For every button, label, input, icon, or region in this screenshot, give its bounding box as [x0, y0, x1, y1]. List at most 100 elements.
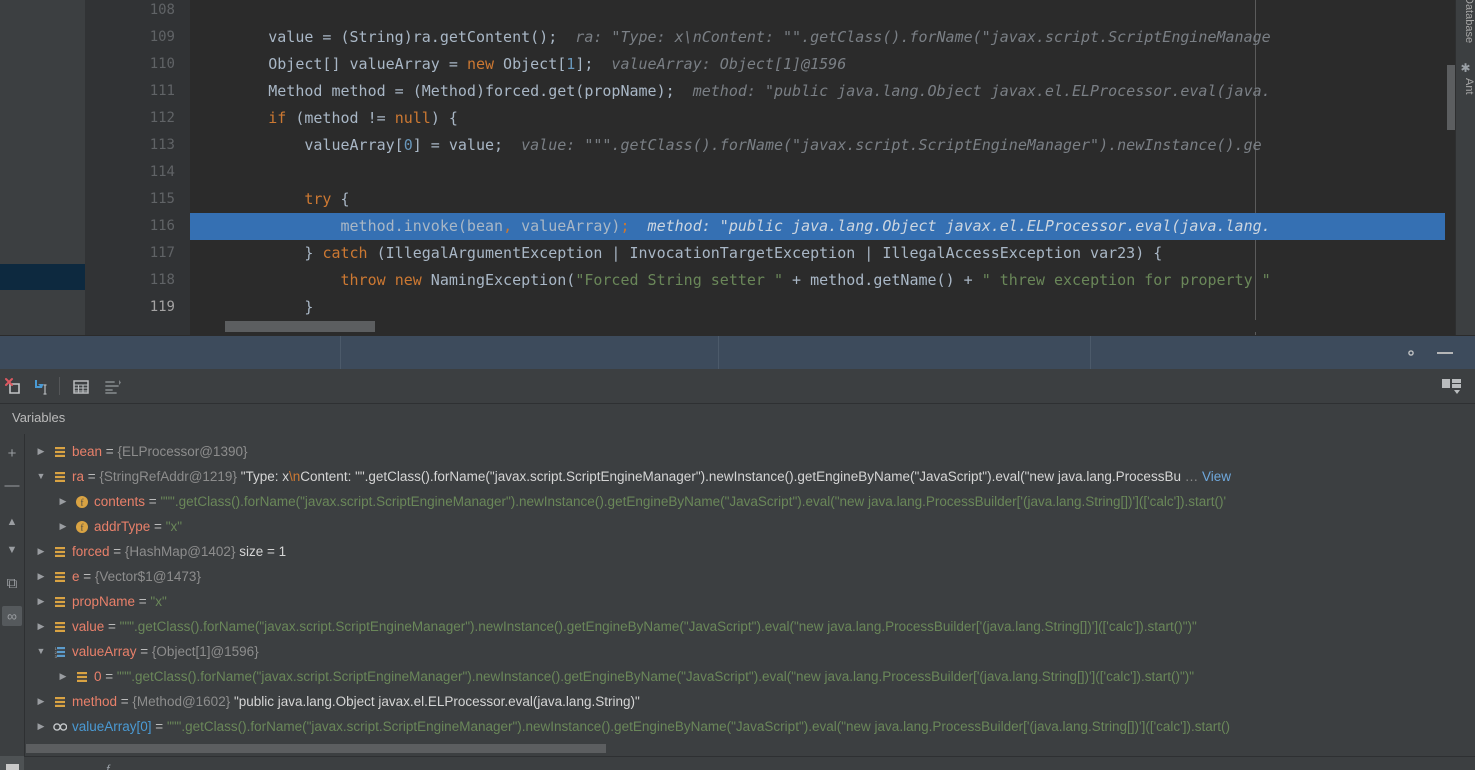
variable-row[interactable]: ▶ valueArray[0] = """.getClass().forName(… [25, 714, 1475, 739]
code-line-current[interactable]: method.invoke(bean, valueArray); method:… [190, 213, 1475, 240]
chevron-right-icon[interactable]: ▶ [35, 439, 47, 464]
svg-text:f: f [80, 523, 83, 533]
layout-settings-icon[interactable] [1441, 378, 1463, 396]
code-token: null [394, 109, 431, 127]
variable-row[interactable]: ▶ value = """.getClass().forName("javax.s… [25, 614, 1475, 639]
variable-value: {ELProcessor@1390} [117, 444, 248, 459]
gutter-line-number[interactable]: 116 [95, 213, 175, 240]
variable-row[interactable]: ▼ ra = {StringRefAddr@1219} "Type: x\nCon… [25, 464, 1475, 489]
variables-hscrollbar-thumb[interactable] [26, 744, 606, 753]
code-line[interactable]: value = (String)ra.getContent(); ra: "Ty… [190, 24, 1475, 51]
chevron-right-icon[interactable]: ▶ [35, 689, 47, 714]
left-scrollbar-track[interactable] [85, 0, 179, 335]
variable-row[interactable]: ▶ forced = {HashMap@1402} size = 1 [25, 539, 1475, 564]
code-line[interactable]: } catch (IllegalArgumentException | Invo… [190, 240, 1475, 267]
gutter-line-number[interactable]: 118 [95, 267, 175, 294]
chevron-right-icon[interactable]: ▶ [35, 614, 47, 639]
variable-text: bean = {ELProcessor@1390} [72, 439, 247, 464]
code-line[interactable]: try { [190, 186, 1475, 213]
settings-icon[interactable] [1403, 345, 1419, 361]
gutter-line-number[interactable]: 111 [95, 78, 175, 105]
terminal-icon[interactable] [6, 764, 19, 770]
code-token: { [331, 190, 350, 208]
variable-row[interactable]: ▶ f addrType = "x" [25, 514, 1475, 539]
remove-watch-button[interactable]: — [2, 476, 22, 496]
chevron-down-icon[interactable]: ▼ [35, 639, 47, 664]
variable-row[interactable]: ▶ propName = "x" [25, 589, 1475, 614]
variable-row[interactable]: ▶ bean = {ELProcessor@1390} [25, 439, 1475, 464]
variable-row[interactable]: ▶ f contents = """.getClass().forName("jav… [25, 489, 1475, 514]
code-token: (method != [286, 109, 395, 127]
chevron-right-icon[interactable]: ▶ [35, 589, 47, 614]
code-line[interactable]: Object[] valueArray = new Object[1]; val… [190, 51, 1475, 78]
show-as-table-icon[interactable] [71, 377, 91, 397]
variable-value: """.getClass().forName("javax.script.Scr… [116, 669, 1195, 684]
variable-text: valueArray[0] = """.getClass().forName("… [72, 714, 1230, 739]
gutter-line-number[interactable]: 112 [95, 105, 175, 132]
variable-row[interactable]: ▼ 1 2 3 valueArray = {Object[1]@1596} [25, 639, 1475, 664]
variable-name: forced [72, 544, 110, 559]
gutter-line-number[interactable]: 119 [95, 294, 175, 321]
editor-hscrollbar-track[interactable] [190, 320, 1445, 332]
move-up-button[interactable]: ▲ [2, 512, 22, 532]
variable-value: """.getClass().forName("javax.script.Scr… [166, 719, 1230, 734]
editor-gutter[interactable]: 108 109 110 111 112 113 114 115 116 117 118 119 [95, 0, 285, 335]
variable-text: valueArray = {Object[1]@1596} [72, 639, 259, 664]
event-log-icon[interactable]: ƒ [105, 762, 112, 770]
code-line[interactable] [190, 159, 1475, 186]
gutter-line-number[interactable]: 114 [95, 159, 175, 186]
gutter-line-number[interactable]: 108 [95, 0, 175, 24]
evaluate-expression-icon[interactable] [32, 377, 52, 397]
code-line[interactable] [190, 0, 1475, 24]
sort-values-icon[interactable] [103, 377, 123, 397]
mute-breakpoints-icon[interactable] [4, 377, 24, 397]
variable-row[interactable]: ▶ method = {Method@1602} "public java.lan… [25, 689, 1475, 714]
editor-hscrollbar-thumb[interactable] [225, 321, 375, 332]
code-line[interactable]: valueArray[0] = value; value: """.getCla… [190, 132, 1475, 159]
move-down-button[interactable]: ▼ [2, 540, 22, 560]
toolwindow-button-ant[interactable]: Ant [1456, 78, 1475, 95]
inspect-button[interactable]: ∞ [2, 606, 22, 626]
chevron-right-icon[interactable]: ▶ [35, 564, 47, 589]
minimize-icon[interactable] [1437, 352, 1453, 354]
chevron-right-icon[interactable]: ▶ [35, 539, 47, 564]
field-list-icon [52, 614, 67, 639]
right-toolwindow-bar: Database ✱ Ant [1455, 0, 1475, 335]
code-token: ] = value; [412, 136, 504, 154]
code-line[interactable]: } [190, 294, 1475, 321]
gutter-line-number[interactable]: 115 [95, 186, 175, 213]
code-token: valueArray[ [304, 136, 404, 154]
field-list-icon [52, 464, 67, 489]
tab-variables[interactable]: Variables [12, 410, 65, 425]
toolwindow-button-database[interactable]: Database [1456, 0, 1475, 43]
code-area[interactable]: value = (String)ra.getContent(); ra: "Ty… [190, 0, 1475, 335]
code-line[interactable]: throw new NamingException("Forced String… [190, 267, 1475, 294]
chevron-right-icon[interactable]: ▶ [57, 514, 69, 539]
chevron-right-icon[interactable]: ▶ [57, 489, 69, 514]
code-line[interactable]: Method method = (Method)forced.get(propN… [190, 78, 1475, 105]
chevron-right-icon[interactable]: ▶ [57, 664, 69, 689]
variable-value: \n [289, 469, 301, 484]
variable-row[interactable]: ▶ 0 = """.getClass().forName("javax.scrip… [25, 664, 1475, 689]
variable-text: ra = {StringRefAddr@1219} "Type: x\nCont… [72, 464, 1231, 489]
code-token: ) { [430, 109, 458, 127]
code-token: try [304, 190, 332, 208]
gutter-line-number[interactable]: 117 [95, 240, 175, 267]
variable-row[interactable]: ▶ e = {Vector$1@1473} [25, 564, 1475, 589]
add-watch-button[interactable]: + [2, 444, 22, 464]
field-list-icon [74, 664, 89, 689]
view-link[interactable]: View [1202, 469, 1231, 484]
code-token: throw [340, 271, 386, 289]
variables-tree[interactable]: ▶ bean = {ELProcessor@1390} ▼ ra = {StringR… [24, 434, 1475, 756]
copy-value-button[interactable]: ⧉ [2, 574, 22, 594]
gutter-line-number[interactable]: 110 [95, 51, 175, 78]
chevron-down-icon[interactable]: ▼ [35, 464, 47, 489]
variable-name: bean [72, 444, 103, 459]
variables-side-toolbar: + — ▲ ▼ ⧉ ∞ [0, 434, 24, 756]
code-line[interactable]: if (method != null) { [190, 105, 1475, 132]
chevron-right-icon[interactable]: ▶ [35, 714, 47, 739]
gutter-line-number[interactable]: 109 [95, 24, 175, 51]
gutter-line-number[interactable]: 113 [95, 132, 175, 159]
